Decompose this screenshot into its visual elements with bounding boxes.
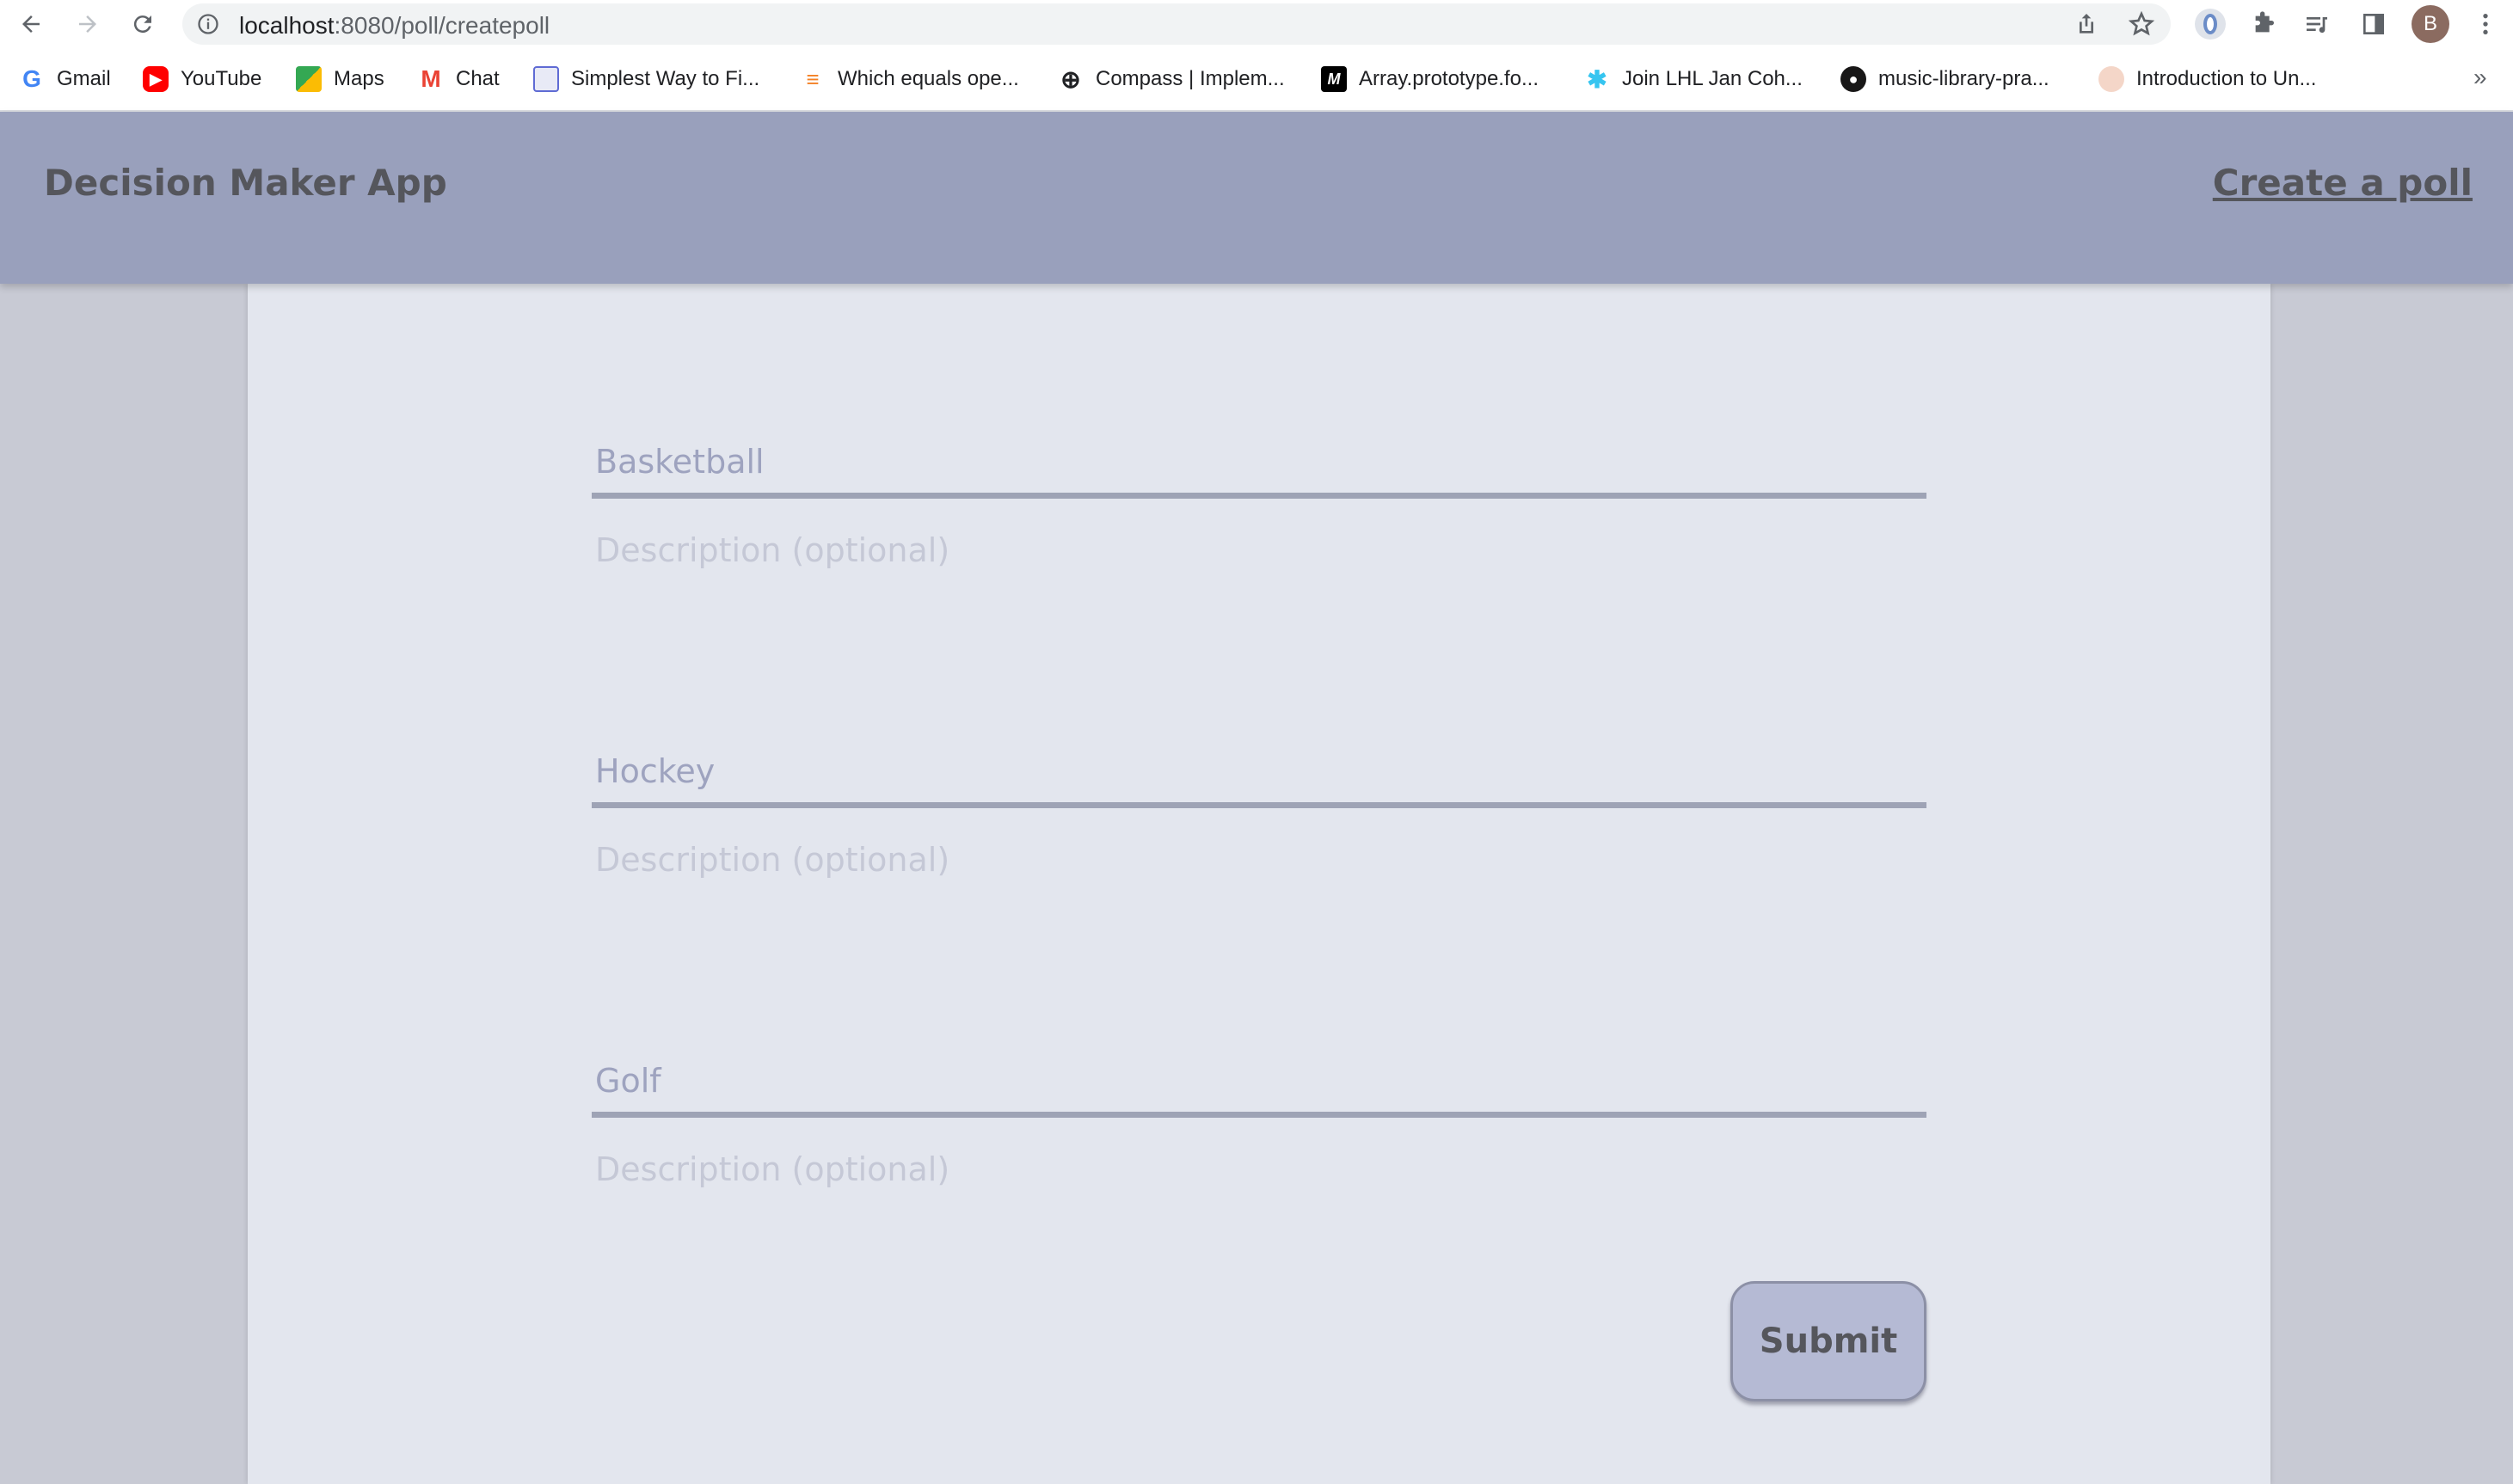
option-title-input[interactable] (592, 739, 1926, 808)
bookmark-music-library[interactable]: ● music-library-pra... (1840, 65, 2049, 93)
stackoverflow-icon: ≡ (806, 65, 820, 92)
poll-form-card: Submit (248, 284, 2270, 1484)
bookmark-label: Join LHL Jan Coh... (1622, 67, 1803, 90)
back-arrow-icon (22, 15, 40, 33)
brand-title[interactable]: Decision Maker App (44, 162, 447, 204)
option-description-input[interactable] (592, 516, 1926, 585)
profile-avatar[interactable]: B (2412, 5, 2449, 43)
extension-active-icon[interactable] (2195, 9, 2226, 40)
bookmark-label: Which equals ope... (838, 67, 1019, 90)
url-path: :8080/poll/createpoll (334, 12, 550, 39)
slack-icon: ✱ (1587, 65, 1607, 93)
bookmark-which-equals[interactable]: ≡ Which equals ope... (800, 65, 1019, 93)
option-title-input[interactable] (592, 1049, 1926, 1118)
bookmark-label: Compass | Implem... (1096, 67, 1285, 90)
more-bookmarks-button[interactable]: » (2473, 64, 2487, 91)
compass-icon: ⊕ (1060, 65, 1081, 93)
option-title-input[interactable] (592, 430, 1926, 499)
browser-toolbar: localhost:8080/poll/createpoll B (0, 0, 2513, 48)
bookmark-label: music-library-pra... (1878, 67, 2049, 90)
extensions-puzzle-icon[interactable] (2248, 9, 2279, 40)
bookmark-label: YouTube (181, 67, 262, 90)
bookmark-star-icon[interactable] (2126, 9, 2157, 40)
side-panel-icon[interactable] (2358, 9, 2389, 40)
option-description-input[interactable] (592, 1135, 1926, 1204)
bookmark-label: Introduction to Un... (2136, 67, 2317, 90)
bookmark-youtube[interactable]: ▶ YouTube (143, 65, 261, 93)
bookmark-label: Chat (456, 67, 500, 90)
github-icon: ● (1840, 66, 1866, 92)
url-host: localhost (239, 12, 335, 39)
submit-button[interactable]: Submit (1730, 1281, 1926, 1401)
google-icon: G (22, 65, 41, 92)
bookmark-chat[interactable]: M Chat (418, 65, 500, 93)
forward-button[interactable] (71, 7, 105, 41)
reload-icon (133, 15, 151, 34)
gmail-icon: M (421, 65, 441, 92)
address-bar[interactable]: localhost:8080/poll/createpoll (182, 3, 2171, 45)
bookmark-join-lhl[interactable]: ✱ Join LHL Jan Coh... (1584, 65, 1803, 93)
reload-button[interactable] (126, 7, 160, 41)
bookmark-simplest-way[interactable]: Simplest Way to Fi... (533, 65, 759, 93)
youtube-icon: ▶ (143, 66, 169, 92)
page-icon (533, 66, 559, 92)
kebab-menu-icon[interactable] (2470, 9, 2501, 40)
media-queue-icon[interactable] (2301, 9, 2332, 40)
bookmark-label: Maps (334, 67, 384, 90)
bookmarks-bar: G Gmail ▶ YouTube Maps M Chat Simplest W… (0, 48, 2513, 112)
back-button[interactable] (14, 7, 48, 41)
forward-arrow-icon (79, 15, 96, 33)
bookmark-label: Array.prototype.fo... (1359, 67, 1539, 90)
bookmark-array-prototype[interactable]: M Array.prototype.fo... (1321, 65, 1539, 93)
bookmark-introduction[interactable]: Introduction to Un... (2098, 65, 2316, 93)
avatar-icon (2098, 66, 2124, 92)
bookmark-label: Simplest Way to Fi... (571, 67, 760, 90)
url-text: localhost:8080/poll/createpoll (239, 12, 550, 40)
app-header: Decision Maker App Create a poll (0, 112, 2513, 284)
bookmark-gmail[interactable]: G Gmail (19, 65, 111, 93)
bookmark-maps[interactable]: Maps (296, 65, 384, 93)
maps-icon (296, 66, 322, 92)
share-icon[interactable] (2071, 9, 2102, 40)
info-icon (198, 14, 218, 34)
create-poll-link[interactable]: Create a poll (2213, 162, 2473, 204)
mdn-icon: M (1321, 66, 1347, 92)
option-description-input[interactable] (592, 825, 1926, 894)
bookmark-label: Gmail (57, 67, 111, 90)
bookmark-compass[interactable]: ⊕ Compass | Implem... (1058, 65, 1285, 93)
